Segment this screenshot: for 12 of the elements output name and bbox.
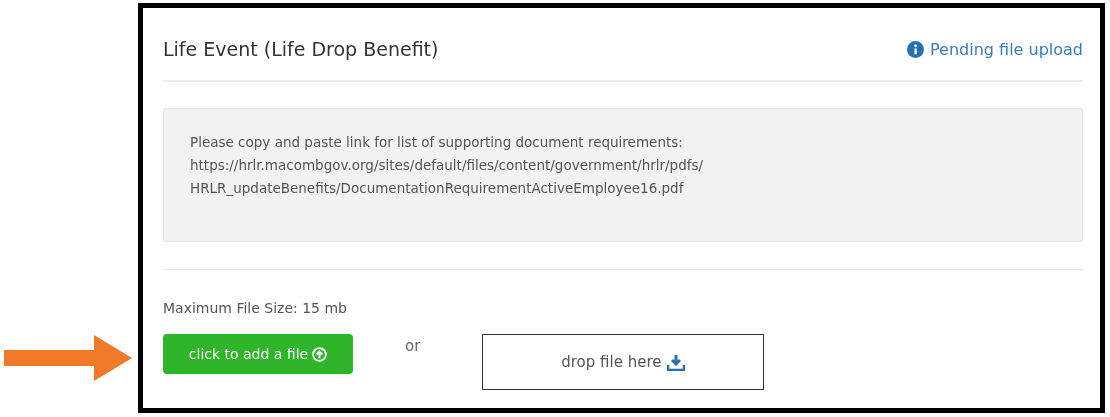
status-text: Pending file upload <box>930 39 1083 59</box>
info-icon <box>907 40 924 58</box>
notice-text: https://hrlr.macombgov.org/sites/default/files/content/government/hrlr/pdfs/ <box>190 156 705 175</box>
upload-icon <box>312 346 328 362</box>
notice-text: HRLR_updateBenefits/DocumentationRequirementActiveEmployee16.pdf <box>190 179 685 198</box>
drop-zone[interactable]: drop file here <box>482 334 765 390</box>
notice-text: Please copy and paste link for list of supporting document requirements: <box>190 133 684 152</box>
or-label: or <box>405 337 421 355</box>
download-icon <box>667 353 686 371</box>
panel-title: Life Event (Life Drop Benefit) <box>163 37 439 60</box>
drop-label: drop file here <box>561 353 662 371</box>
max-size-label: Maximum File Size: 15 mb <box>163 300 348 316</box>
